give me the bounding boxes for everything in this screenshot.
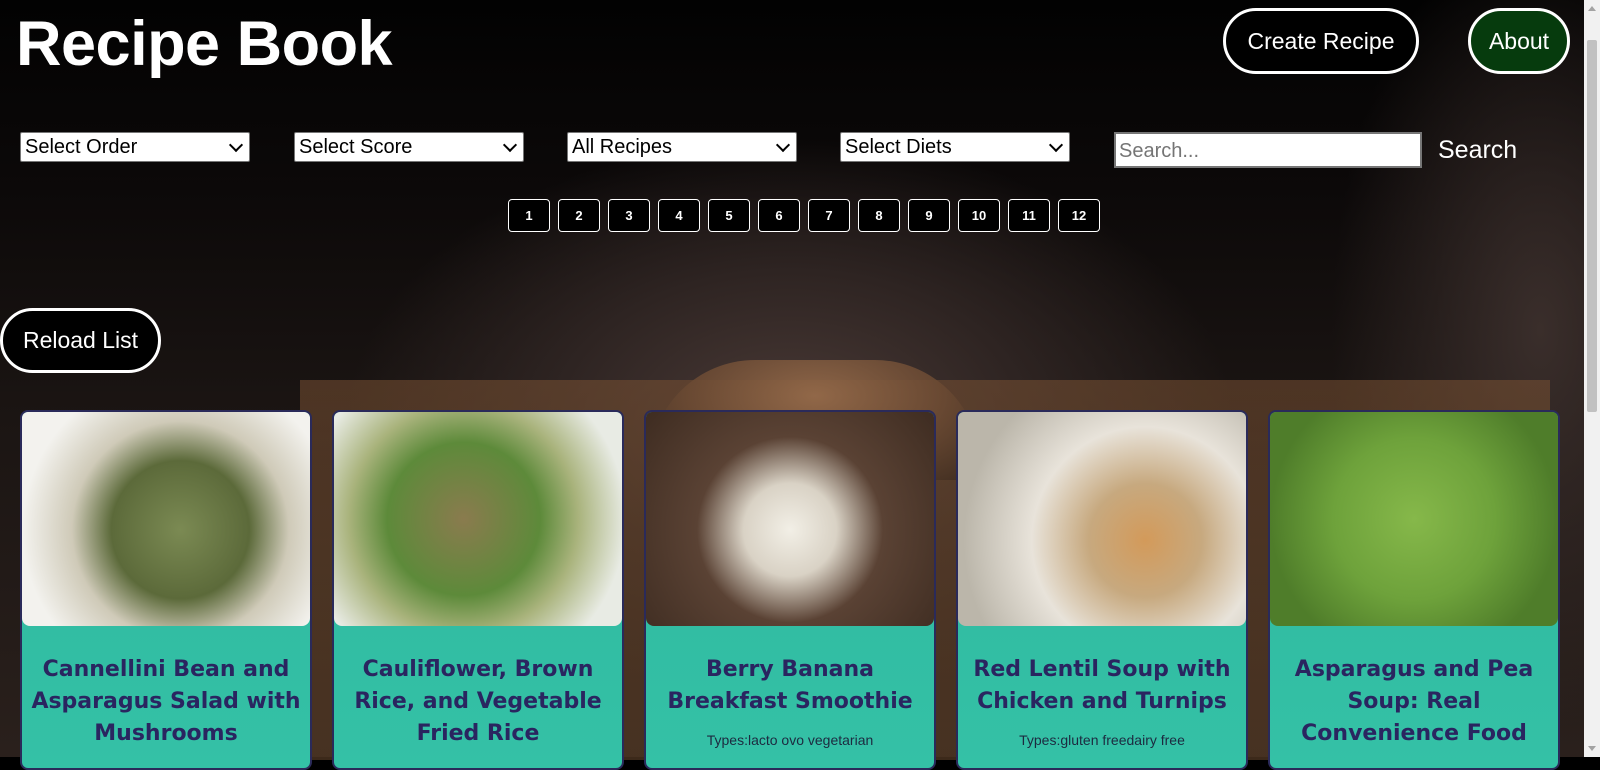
recipe-image	[1270, 412, 1558, 626]
page-button[interactable]: 1	[508, 199, 550, 232]
recipe-title: Cauliflower, Brown Rice, and Vegetable F…	[354, 657, 602, 746]
page-button[interactable]: 12	[1058, 199, 1100, 232]
score-select-value: Select Score	[299, 135, 413, 158]
recipe-title: Cannellini Bean and Asparagus Salad with…	[31, 657, 301, 746]
page-button[interactable]: 5	[708, 199, 750, 232]
chevron-down-icon	[1048, 137, 1064, 153]
chevron-down-icon	[775, 137, 791, 153]
recipes-select[interactable]: All Recipes	[567, 132, 797, 162]
recipe-card[interactable]: Cannellini Bean and Asparagus Salad with…	[20, 410, 312, 770]
recipe-card[interactable]: Cauliflower, Brown Rice, and Vegetable F…	[332, 410, 624, 770]
recipe-image	[334, 412, 622, 626]
recipe-card[interactable]: Asparagus and Pea Soup: Real Convenience…	[1268, 410, 1560, 770]
pagination: 1 2 3 4 5 6 7 8 9 10 11 12	[508, 199, 1100, 232]
page-button[interactable]: 9	[908, 199, 950, 232]
page-button[interactable]: 2	[558, 199, 600, 232]
recipe-image	[22, 412, 310, 626]
create-recipe-button[interactable]: Create Recipe	[1223, 8, 1419, 74]
page-button[interactable]: 8	[858, 199, 900, 232]
page-button[interactable]: 4	[658, 199, 700, 232]
diets-select[interactable]: Select Diets	[840, 132, 1070, 162]
search-input[interactable]: Search...	[1114, 132, 1422, 168]
recipe-types: Types:gluten freedairy free	[1019, 732, 1185, 748]
page-button[interactable]: 6	[758, 199, 800, 232]
score-select[interactable]: Select Score	[294, 132, 524, 162]
recipe-image	[646, 412, 934, 626]
recipe-title: Berry Banana Breakfast Smoothie	[667, 657, 913, 714]
recipe-card[interactable]: Berry Banana Breakfast Smoothie Types:la…	[644, 410, 936, 770]
order-select[interactable]: Select Order	[20, 132, 250, 162]
page-scrollbar[interactable]	[1584, 0, 1600, 757]
recipe-card[interactable]: Red Lentil Soup with Chicken and Turnips…	[956, 410, 1248, 770]
search-button[interactable]: Search	[1438, 134, 1517, 166]
recipe-title: Red Lentil Soup with Chicken and Turnips	[973, 657, 1231, 714]
chevron-down-icon	[228, 137, 244, 153]
page-button[interactable]: 7	[808, 199, 850, 232]
diets-select-value: Select Diets	[845, 135, 952, 158]
recipe-image	[958, 412, 1246, 626]
reload-list-button[interactable]: Reload List	[0, 308, 161, 373]
page-button[interactable]: 10	[958, 199, 1000, 232]
recipe-title: Asparagus and Pea Soup: Real Convenience…	[1294, 657, 1534, 746]
page-title: Recipe Book	[16, 9, 393, 79]
page-button[interactable]: 11	[1008, 199, 1050, 232]
about-button[interactable]: About	[1468, 8, 1570, 74]
chevron-down-icon	[502, 137, 518, 153]
scroll-up-icon[interactable]	[1588, 6, 1596, 11]
recipe-types: Types:lacto ovo vegetarian	[706, 732, 874, 748]
scrollbar-thumb[interactable]	[1587, 40, 1597, 412]
page-button[interactable]: 3	[608, 199, 650, 232]
scroll-down-icon[interactable]	[1588, 746, 1596, 751]
recipes-select-value: All Recipes	[572, 135, 673, 158]
order-select-value: Select Order	[25, 135, 138, 158]
recipe-list: Cannellini Bean and Asparagus Salad with…	[20, 410, 1560, 770]
